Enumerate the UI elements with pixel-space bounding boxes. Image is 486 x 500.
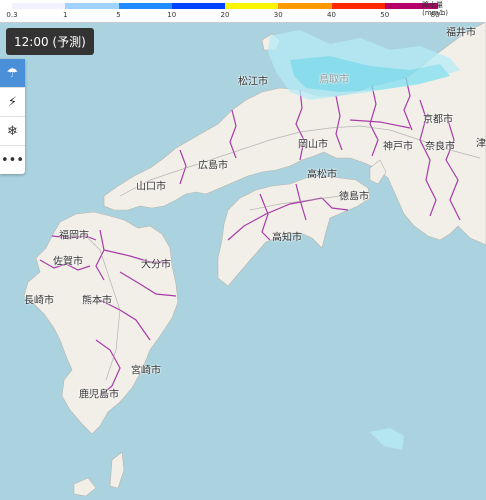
city-label-kumamoto: 熊本市	[82, 295, 112, 307]
legend-tick-label: 10	[167, 11, 177, 19]
precipitation-legend: 0.3 1 5 10 20 30 40 50 80~ 降水量 (mm/h)	[0, 0, 486, 23]
more-menu-button[interactable]: •••	[0, 146, 25, 174]
city-label-yamaguchi: 山口市	[136, 181, 166, 193]
legend-unit-suffix: (mm/h)	[422, 9, 448, 17]
lightning-icon: ⚡	[7, 94, 18, 110]
city-label-takamatsu: 高松市	[307, 169, 337, 181]
city-label-tottori: 鳥取市	[319, 74, 349, 86]
legend-color-segment	[12, 3, 66, 9]
legend-color-segment	[118, 3, 172, 9]
more-icon: •••	[0, 152, 24, 168]
snow-layer-button[interactable]: ❄	[0, 117, 25, 146]
snow-icon: ❄	[7, 123, 18, 139]
legend-unit: 降水量 (mm/h)	[422, 1, 448, 17]
rain-layer-button[interactable]: ☂	[0, 59, 25, 88]
city-label-kyoto: 京都市	[423, 114, 453, 126]
layer-toolbar: ☂ ⚡ ❄ •••	[0, 59, 25, 174]
city-label-saga: 佐賀市	[53, 256, 83, 268]
legend-tick-label: 0.3	[6, 11, 18, 19]
legend-tick-label: 50	[380, 11, 390, 19]
legend-tick-label: 5	[116, 11, 121, 19]
legend-color-segment	[171, 3, 225, 9]
forecast-time-label[interactable]: 12:00 (予測)	[6, 28, 94, 55]
city-label-oita: 大分市	[141, 259, 171, 271]
city-label-fukui: 福井市	[446, 27, 476, 39]
city-label-fukuoka: 福岡市	[59, 230, 89, 242]
city-label-tokushima: 徳島市	[339, 191, 369, 203]
lightning-layer-button[interactable]: ⚡	[0, 88, 25, 117]
city-label-kagoshima: 鹿児島市	[79, 389, 119, 401]
city-label-miyazaki: 宮崎市	[131, 365, 161, 377]
legend-color-segment	[65, 3, 119, 9]
legend-tick-label: 40	[327, 11, 336, 19]
legend-tick-label: 20	[220, 11, 230, 19]
legend-unit-title: 降水量	[422, 1, 444, 9]
city-label-nara: 奈良市	[425, 141, 455, 153]
city-label-kobe: 神戸市	[383, 141, 413, 153]
city-label-tsu: 津	[476, 138, 486, 150]
legend-tick-label: 30	[273, 11, 283, 19]
city-label-okayama: 岡山市	[298, 139, 328, 151]
legend-color-segment	[225, 3, 279, 9]
city-label-kochi: 高知市	[272, 232, 302, 244]
rain-icon: ☂	[6, 65, 19, 81]
city-label-hiroshima: 広島市	[198, 160, 228, 172]
legend-color-segment	[331, 3, 385, 9]
legend-tick-label: 1	[63, 11, 68, 19]
city-label-matsue: 松江市	[238, 76, 268, 88]
city-label-nagasaki: 長崎市	[24, 295, 54, 307]
legend-color-segment	[278, 3, 332, 9]
